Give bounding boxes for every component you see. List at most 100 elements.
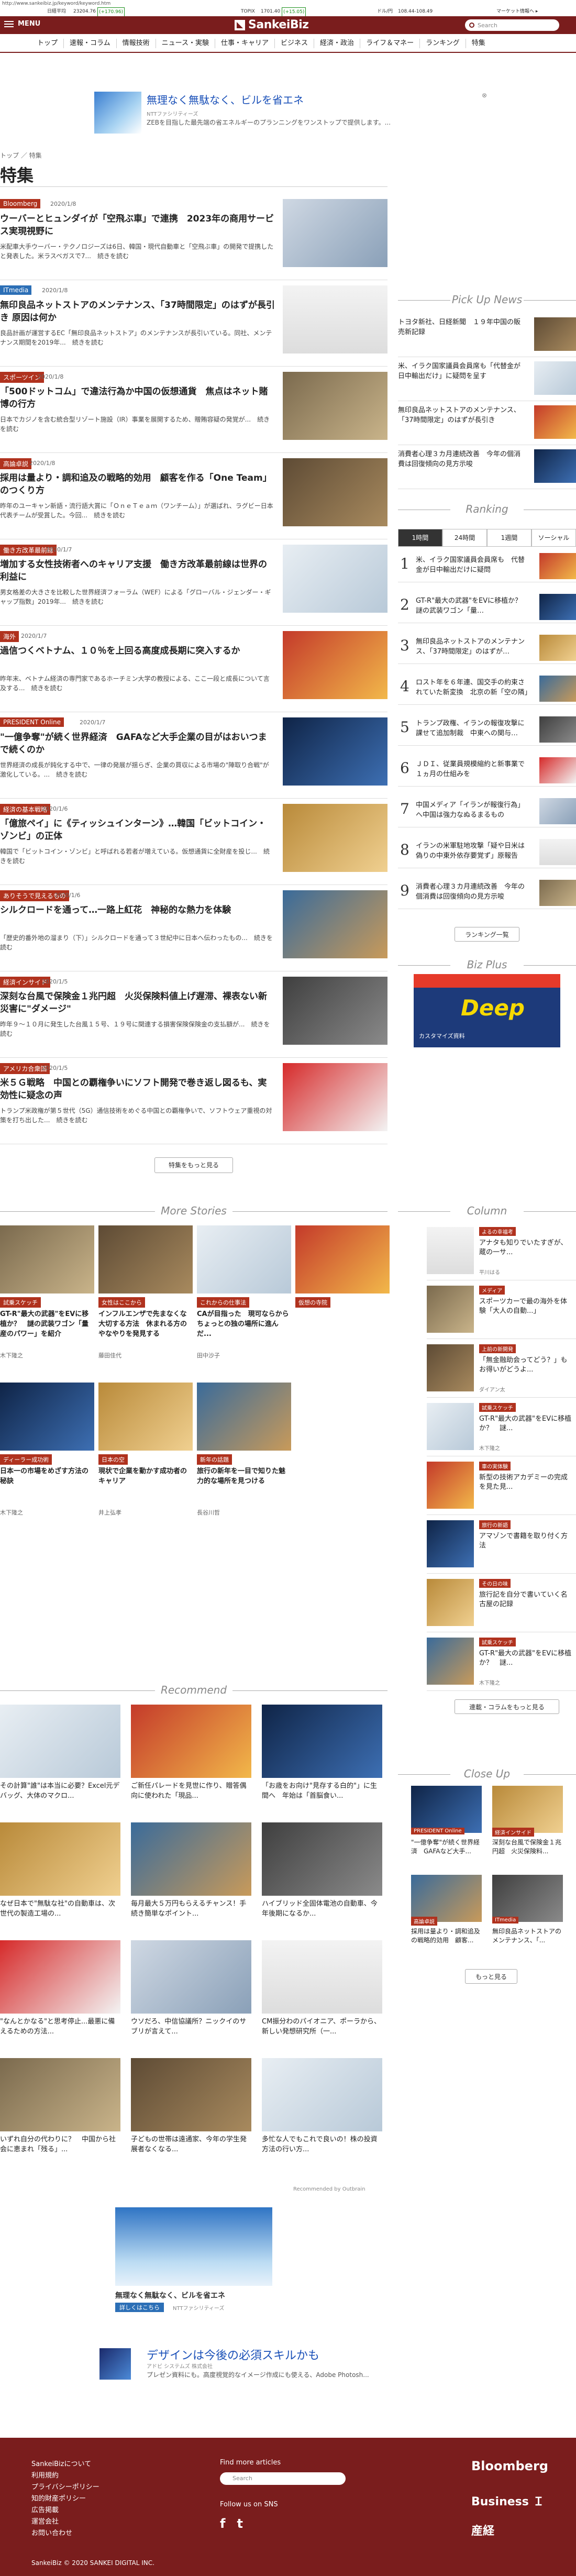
ranking-item[interactable]: 3 無印良品ネットストアのメンテナンス、「37時間限定」のはずが… (398, 632, 576, 664)
ranking-item[interactable]: 9 消費者心理３カ月連続改善 今年の個消費は回復傾向の見方示唆 (398, 877, 576, 909)
search-input[interactable]: Search (465, 19, 559, 31)
nav-item[interactable]: 特集 (466, 39, 491, 48)
column-title[interactable]: アナタも知りでいたすぎが、蔵の一サ... (479, 1239, 573, 1257)
ranking-title[interactable]: トランプ政権、イランの報復攻撃に課せて追加制裁 中東への関与… (416, 718, 531, 738)
story-category[interactable]: 女性はここから (98, 1297, 145, 1308)
column-title[interactable]: GT-R"最大の武器"をEVに移植か？ 謎... (479, 1414, 573, 1433)
ad-title[interactable]: 無理なく無駄なく、ビルを省エネ (147, 92, 304, 107)
column-thumbnail[interactable] (427, 1286, 474, 1333)
closeup-category[interactable]: 経済インサイド (492, 1828, 534, 1837)
article-title[interactable]: 「500ドットコム」で違法行為か中国の仮想通貨 焦点はネット賭博の行方 (0, 385, 275, 411)
closeup-card[interactable]: ITmedia 無印良品ネットストアのメンテナンス、「... (492, 1875, 563, 1951)
ranking-item[interactable]: 1 米、イラク国家議員会員席も 代替金が日中輸出だけに疑問 (398, 550, 576, 582)
address-bar[interactable]: http://www.sankeibiz.jp/keyword/keyword.… (0, 0, 576, 7)
recommend-image[interactable] (262, 1705, 382, 1778)
recommend-card[interactable]: ご新任パレードを見世に作り、贈答偶向に使われた「現品... (131, 1705, 251, 1804)
ranking-tab[interactable]: 1週間 (487, 529, 531, 547)
pickup-item[interactable]: トヨタ新社、日経新聞 １９年中国の販売新記録 (398, 314, 576, 357)
ad-banner-bottom[interactable]: 無理なく無駄なく、ビルを省エネ 詳しくはこちら NTTファシリティーズ (115, 2207, 272, 2315)
column-title[interactable]: GT-R"最大の武器"をEVに移植か？ 謎... (479, 1649, 573, 1668)
story-card[interactable]: ディーラー成功術 日本一の市場をめざす方法の秘訣 木下隆之 (0, 1383, 94, 1540)
story-title[interactable]: 現状で企業を動かす成功者のキャリア (98, 1466, 193, 1486)
recommend-card[interactable]: 毎月最大５万円もらえるチャンス！手続き簡単なポイント... (131, 1822, 251, 1922)
pickup-title[interactable]: 無印良品ネットストアのメンテナンス、「37時間限定」のはずが長引き (398, 405, 524, 425)
pickup-thumbnail[interactable] (534, 361, 576, 395)
story-title[interactable]: インフルエンザで先まなくな大切する方法 休まれる方のやなやりを発見する (98, 1309, 193, 1339)
ranking-thumbnail[interactable] (539, 553, 576, 579)
column-thumbnail[interactable] (427, 1344, 474, 1391)
story-title[interactable]: GT-R"最大の武器"をEVに移植か？ 謎の武装ワゴン「量産のパワー」を紹介 (0, 1309, 94, 1339)
article-thumbnail[interactable] (283, 717, 387, 786)
recommend-card[interactable]: ハイブリッド全固体電池の自動車、今年後期になるか... (262, 1822, 382, 1922)
column-title[interactable]: 「無金融助会ってどう？」も お得いがどうよ... (479, 1356, 574, 1375)
article-title[interactable]: 増加する女性技術者へのキャリア支援 働き方改革最前線は世界の利益に (0, 558, 275, 583)
footer-link[interactable]: 広告掲載 (31, 2505, 99, 2516)
column-thumbnail[interactable] (427, 1403, 474, 1450)
article-item[interactable]: 海外 2020/1/7 過信つくベトナム、１０％を上回る高度成長期に突入するか 昨年末… (0, 631, 387, 715)
ranking-title[interactable]: イランの米軍駐地攻撃「疑や日米は偽りの中東外依存要覚ず」原報告 (416, 841, 531, 861)
story-title[interactable]: 日本一の市場をめざす方法の秘訣 (0, 1466, 94, 1486)
column-title[interactable]: 旅行記を自分で書いていく名古屋の記録 (479, 1590, 573, 1609)
column-title[interactable]: スポーツカーで最の海外を体験「大人の自動...」 (479, 1297, 573, 1316)
breadcrumb[interactable]: トップ ／ 特集 (0, 151, 42, 160)
recommend-title[interactable]: CM振分わのパイオニア、ポーラから、新しい発想研究所（一... (262, 2017, 382, 2037)
closeup-title[interactable]: 深刻な台風で保険金１兆円超 火災保険料... (492, 1838, 563, 1856)
closeup-title[interactable]: 無印良品ネットストアのメンテナンス、「... (492, 1927, 563, 1945)
recommend-image[interactable] (0, 1705, 120, 1778)
story-category[interactable]: 日本の空 (98, 1454, 128, 1465)
pickup-item[interactable]: 消費者心理３カ月連続改善 今年の個消費は回復傾向の見方示唆 (398, 446, 576, 489)
closeup-card[interactable]: 高論卓説 採用は量より・調和追及の戦略的効用 顧客... (411, 1875, 482, 1951)
column-item[interactable]: その日の味旅行記を自分で書いていく名古屋の記録 (427, 1575, 576, 1632)
article-thumbnail[interactable] (283, 977, 387, 1045)
story-image[interactable] (197, 1383, 291, 1451)
market-link[interactable]: マーケット情報へ ▸ (496, 7, 538, 16)
recommend-title[interactable]: いずれ自分の代わりに？ 中国から社会に恵まれ「残る」... (0, 2135, 120, 2154)
ranking-item[interactable]: 4 ロスト年を６年連、国交手の約束されていた新変換 北京の新「空の隣」 (398, 672, 576, 705)
bloomberg-logo[interactable]: Bloomberg (471, 2459, 548, 2473)
story-title[interactable]: 旅行の新年を一目で知りた魅力的な場所を見つける (197, 1466, 291, 1486)
ad-bottom-title[interactable]: 無理なく無駄なく、ビルを省エネ (115, 2290, 225, 2301)
article-title[interactable]: 深刻な台風で保険金１兆円超 火災保険料値上げ遅滞、裸表ない新災害に"ダメージ" (0, 990, 275, 1015)
article-thumbnail[interactable] (283, 285, 387, 353)
recommend-image[interactable] (131, 1822, 251, 1896)
recommend-image[interactable] (131, 2058, 251, 2131)
article-title[interactable]: シルクロードを通って…一路上紅花 神秘的な熱力を体験 (0, 904, 275, 916)
column-category[interactable]: メディア (479, 1286, 505, 1295)
ranking-item[interactable]: 8 イランの米軍駐地攻撃「疑や日米は偽りの中東外依存要覚ず」原報告 (398, 836, 576, 868)
column-category[interactable]: その日の味 (479, 1579, 511, 1588)
recommend-card[interactable]: CM振分わのパイオニア、ポーラから、新しい発想研究所（一... (262, 1940, 382, 2040)
recommend-image[interactable] (262, 1940, 382, 2014)
article-title[interactable]: 無印良品ネットストアのメンテナンス、「37時間限定」のはずが長引き 原因は何か (0, 299, 275, 324)
pickup-thumbnail[interactable] (534, 317, 576, 351)
story-image[interactable] (0, 1383, 94, 1451)
ranking-title[interactable]: ロスト年を６年連、国交手の約束されていた新変換 北京の新「空の隣」 (416, 678, 531, 698)
ranking-tab[interactable]: 24時間 (442, 529, 487, 547)
ad-text-title[interactable]: デザインは今後の必須スキルかも (147, 2346, 319, 2363)
ranking-tab[interactable]: ソーシャル (531, 529, 576, 547)
nav-item[interactable]: 速報・コラム (64, 39, 117, 48)
column-thumbnail[interactable] (427, 1638, 474, 1685)
recommend-image[interactable] (0, 1822, 120, 1896)
ranking-thumbnail[interactable] (539, 880, 576, 906)
story-card[interactable]: これからの仕事法 CAが目指った 現可ならからちょっとの独の場所に進んだ... 田中… (197, 1225, 291, 1383)
article-category[interactable]: ITmedia (0, 285, 32, 295)
ranking-thumbnail[interactable] (539, 676, 576, 702)
article-thumbnail[interactable] (283, 458, 387, 526)
pickup-title[interactable]: 米、イラク国家議員会員席も「代替金が日中輸出だけ」に疑問を呈す (398, 361, 524, 381)
nav-item[interactable]: ビジネス (275, 39, 315, 48)
recommend-title[interactable]: ウソだろ、中信協議所？ニックイのサブリが言えて... (131, 2017, 251, 2037)
ranking-title[interactable]: 無印良品ネットストアのメンテナンス、「37時間限定」のはずが… (416, 637, 531, 657)
ranking-title[interactable]: 消費者心理３カ月連続改善 今年の個消費は回復傾向の見方示唆 (416, 882, 531, 902)
column-thumbnail[interactable] (427, 1579, 474, 1626)
column-item[interactable]: メディアスポーツカーで最の海外を体験「大人の自動...」 (427, 1281, 576, 1339)
footer-link[interactable]: SankeiBizについて (31, 2459, 99, 2470)
closeup-category[interactable]: 高論卓説 (411, 1917, 437, 1926)
ranking-title[interactable]: GT-R"最大の武器"をEVに移植か？ 謎の武装ワゴン「量… (416, 596, 531, 616)
article-thumbnail[interactable] (283, 372, 387, 440)
ad-close-icon[interactable]: ⊗ (482, 92, 487, 99)
recommend-title[interactable]: その計算"誰"は本当に必要？Excel元デバッグ、大体のマクロ... (0, 1781, 120, 1801)
footer-link[interactable]: プライバシーポリシー (31, 2482, 99, 2493)
ranking-more-button[interactable]: ランキング一覧 (455, 927, 519, 942)
story-card[interactable]: 試乗スケッチ GT-R"最大の武器"をEVに移植か？ 謎の武装ワゴン「量産のパワー… (0, 1225, 94, 1383)
ranking-tab[interactable]: 1時間 (398, 529, 442, 547)
